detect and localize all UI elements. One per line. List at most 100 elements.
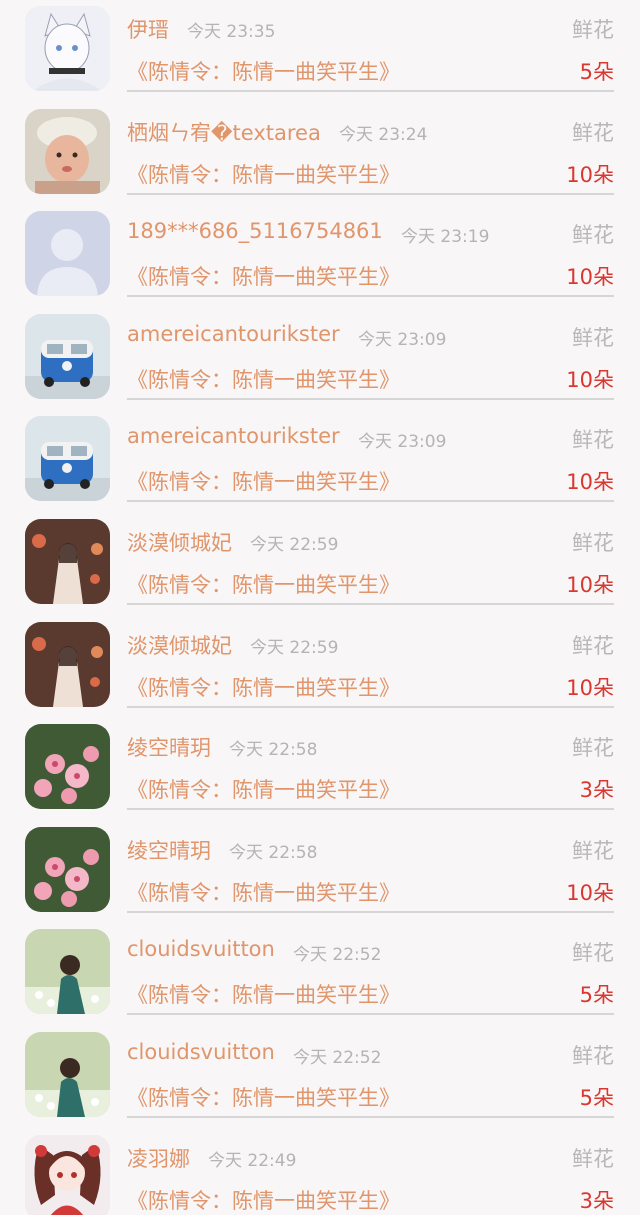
send-time: 今天 22:59 (250, 535, 339, 555)
row-divider (127, 1116, 614, 1118)
row-divider (127, 500, 614, 503)
gift-count: 5朵 (579, 983, 614, 1008)
anime-girl-lanterns-avatar[interactable] (25, 621, 110, 707)
row-divider (127, 910, 614, 913)
blue-van-avatar[interactable] (25, 416, 110, 502)
send-time: 今天 23:09 (358, 329, 447, 350)
avatar-image (25, 519, 110, 604)
drama-title-link[interactable]: 《陈情令：陈情一曲笑平生》 (127, 979, 400, 1009)
sender-name[interactable]: 淡漠倾城妃 (127, 630, 232, 660)
default-person-avatar[interactable] (25, 211, 110, 297)
gift-count: 10朵 (566, 675, 614, 700)
send-time: 今天 23:09 (358, 432, 447, 453)
pink-blossom-avatar[interactable] (25, 826, 110, 912)
row-divider (127, 397, 614, 400)
gift-type-label: 鲜花 (572, 1146, 614, 1171)
gift-type-label: 鲜花 (572, 736, 614, 761)
gift-type-label: 鲜花 (572, 428, 614, 453)
sender-name[interactable]: amereicantourikster (127, 424, 340, 448)
gift-record-row[interactable]: 绫空晴玥 今天 22:58 鲜花 《陈情令：陈情一曲笑平生》 3朵 (0, 720, 640, 822)
pink-blossom-avatar[interactable] (25, 724, 110, 810)
send-time: 今天 22:52 (293, 945, 382, 966)
avatar-image (25, 416, 110, 502)
gift-record-row[interactable]: 凌羽娜 今天 22:49 鲜花《陈情令：陈情一曲笑平生》 3朵 (0, 1131, 640, 1215)
avatar-image (25, 6, 110, 91)
drama-title-link[interactable]: 《陈情令：陈情一曲笑平生》 (127, 569, 400, 599)
drama-title-link[interactable]: 《陈情令：陈情一曲笑平生》 (127, 1082, 400, 1112)
sender-name[interactable]: 伊瑨 (127, 14, 169, 44)
avatar-image (25, 211, 110, 297)
gift-type-label: 鲜花 (572, 1044, 614, 1068)
gift-type-label: 鲜花 (572, 633, 614, 658)
gift-record-row[interactable]: 淡漠倾城妃 今天 22:59 鲜花 《陈情令：陈情一曲笑平生》 10朵 (0, 515, 640, 617)
gift-record-row[interactable]: 189***686_5116754861 今天 23:19 鲜花《陈情令：陈情一曲笑… (0, 207, 640, 309)
row-divider (127, 295, 614, 298)
gift-record-row[interactable]: 绫空晴玥 今天 22:58 鲜花《陈情令：陈情一曲笑平生》 10朵 (0, 823, 640, 925)
gift-count: 10朵 (566, 573, 614, 597)
gift-type-label: 鲜花 (572, 223, 614, 248)
gift-count: 3朵 (579, 778, 614, 803)
drama-title-link[interactable]: 《陈情令：陈情一曲笑平生》 (127, 261, 400, 291)
gift-count: 10朵 (566, 265, 614, 290)
drama-title-link[interactable]: 《陈情令：陈情一曲笑平生》 (127, 774, 400, 804)
gift-record-list: 伊瑨 今天 23:35 鲜花 《陈情令：陈情一曲笑平生》 5朵 栖烟ㄣ宥�textarea… (0, 0, 640, 1215)
sender-name[interactable]: 绫空晴玥 (127, 732, 211, 762)
gift-count: 10朵 (566, 162, 614, 187)
row-divider (127, 1013, 614, 1016)
drama-title-link[interactable]: 《陈情令：陈情一曲笑平生》 (127, 364, 400, 394)
anime-girl-red-avatar[interactable] (25, 1134, 110, 1215)
sender-name[interactable]: 栖烟ㄣ宥�textarea (127, 117, 321, 147)
row-divider (127, 808, 614, 811)
sender-name[interactable]: 淡漠倾城妃 (127, 527, 232, 557)
gift-type-label: 鲜花 (572, 838, 614, 863)
gift-record-row[interactable]: clouidsvuitton 今天 22:52 鲜花《陈情令：陈情一曲笑平生》 5朵 (0, 925, 640, 1027)
row-divider (127, 90, 614, 92)
sender-name[interactable]: 绫空晴玥 (127, 835, 211, 865)
anime-catgirl-avatar[interactable] (25, 6, 110, 91)
sender-name[interactable]: clouidsvuitton (127, 937, 275, 961)
gift-count: 10朵 (566, 367, 614, 392)
child-photo-avatar[interactable] (25, 108, 110, 194)
send-time: 今天 23:19 (401, 227, 490, 248)
gift-count: 5朵 (579, 1086, 614, 1110)
gift-type-label: 鲜花 (572, 18, 614, 42)
gift-type-label: 鲜花 (572, 941, 614, 966)
sender-name[interactable]: 189***686_5116754861 (127, 219, 383, 243)
gift-record-row[interactable]: amereicantourikster 今天 23:09 鲜花 《陈情令：陈情一曲笑平… (0, 310, 640, 412)
drama-title-link[interactable]: 《陈情令：陈情一曲笑平生》 (127, 466, 400, 496)
sender-name[interactable]: 凌羽娜 (127, 1143, 190, 1173)
avatar-image (25, 313, 110, 399)
send-time: 今天 22:52 (293, 1048, 382, 1068)
gift-type-label: 鲜花 (572, 120, 614, 145)
sender-name[interactable]: amereicantourikster (127, 322, 340, 346)
gift-record-row[interactable]: 淡漠倾城妃 今天 22:59 鲜花 《陈情令：陈情一曲笑平生》 10朵 (0, 618, 640, 720)
drama-title-link[interactable]: 《陈情令：陈情一曲笑平生》 (127, 877, 400, 907)
girl-in-flowers-avatar[interactable] (25, 929, 110, 1015)
drama-title-link[interactable]: 《陈情令：陈情一曲笑平生》 (127, 1185, 400, 1215)
girl-in-flowers-avatar[interactable] (25, 1032, 110, 1117)
send-time: 今天 22:49 (208, 1150, 297, 1171)
gift-count: 10朵 (566, 880, 614, 905)
gift-record-row[interactable]: amereicantourikster 今天 23:09 鲜花《陈情令：陈情一曲笑平… (0, 412, 640, 514)
avatar-image (25, 724, 110, 810)
gift-record-row[interactable]: 伊瑨 今天 23:35 鲜花 《陈情令：陈情一曲笑平生》 5朵 (0, 2, 640, 104)
row-divider (127, 705, 614, 708)
avatar-image (25, 1032, 110, 1117)
avatar-image (25, 826, 110, 912)
drama-title-link[interactable]: 《陈情令：陈情一曲笑平生》 (127, 159, 400, 189)
gift-count: 3朵 (579, 1188, 614, 1213)
row-divider (127, 192, 614, 195)
send-time: 今天 22:58 (229, 842, 318, 863)
avatar-image (25, 929, 110, 1015)
drama-title-link[interactable]: 《陈情令：陈情一曲笑平生》 (127, 56, 400, 86)
gift-count: 10朵 (566, 470, 614, 495)
avatar-image (25, 108, 110, 194)
sender-name[interactable]: clouidsvuitton (127, 1040, 275, 1064)
avatar-image (25, 1134, 110, 1215)
gift-record-row[interactable]: clouidsvuitton 今天 22:52 鲜花《陈情令：陈情一曲笑平生》 5朵 (0, 1028, 640, 1130)
gift-record-row[interactable]: 栖烟ㄣ宥�textarea 今天 23:24 鲜花 《陈情令：陈情一曲笑平生》 10朵 (0, 105, 640, 207)
drama-title-link[interactable]: 《陈情令：陈情一曲笑平生》 (127, 672, 400, 702)
send-time: 今天 23:35 (187, 22, 276, 42)
blue-van-avatar[interactable] (25, 313, 110, 399)
anime-girl-lanterns-avatar[interactable] (25, 519, 110, 604)
